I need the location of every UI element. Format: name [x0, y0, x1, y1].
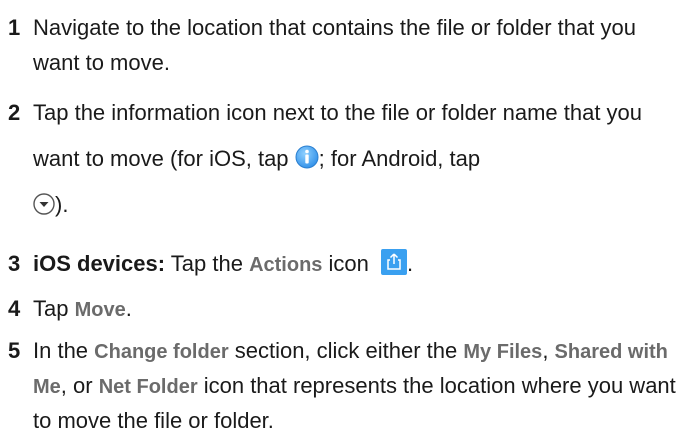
information-icon	[295, 145, 319, 169]
step-text: In the Change folder section, click eith…	[33, 338, 676, 433]
step-4: 4 Tap Move.	[0, 291, 680, 328]
step-text: iOS devices: Tap the Actions icon .	[33, 249, 414, 276]
step-1: 1 Navigate to the location that contains…	[0, 10, 680, 80]
step-3: 3 iOS devices: Tap the Actions icon .	[0, 246, 680, 283]
step-5: 5 In the Change folder section, click ei…	[0, 334, 680, 437]
step-2: 2 Tap the information icon next to the f…	[0, 90, 680, 228]
step-text: Tap Move.	[33, 296, 132, 321]
step-text: Navigate to the location that contains t…	[33, 15, 636, 75]
step-text: Tap the information icon next to the fil…	[33, 100, 643, 217]
step-number: 1	[8, 15, 21, 40]
chevron-down-circle-icon	[33, 193, 55, 215]
move-instructions: 1 Navigate to the location that contains…	[0, 0, 694, 433]
step-number: 4	[8, 296, 21, 321]
step-number: 5	[8, 338, 21, 363]
step-number: 2	[8, 100, 21, 125]
share-actions-icon	[381, 249, 408, 275]
step-number: 3	[8, 251, 21, 276]
